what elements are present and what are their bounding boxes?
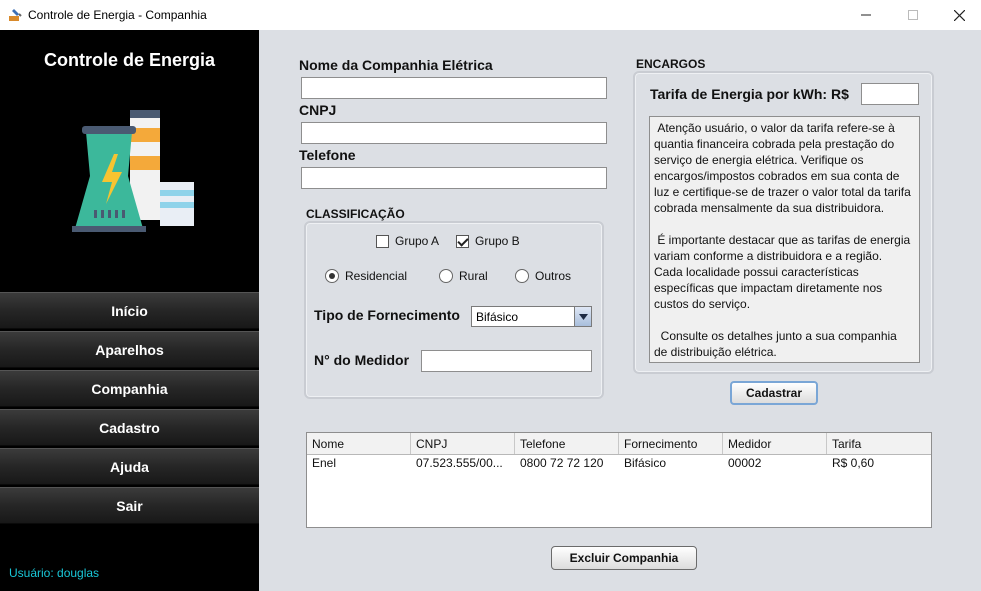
menu-sair-button[interactable]: Sair xyxy=(0,487,259,524)
table-cell: 0800 72 72 120 xyxy=(520,456,604,470)
column-header-fornecimento[interactable]: Fornecimento xyxy=(619,433,723,454)
cnpj-label: CNPJ xyxy=(299,102,337,118)
close-button[interactable] xyxy=(936,0,981,30)
supply-type-label: Tipo de Fornecimento xyxy=(314,307,460,323)
group-b-box xyxy=(456,234,469,248)
power-plant-logo xyxy=(72,110,194,232)
table-cell: Enel xyxy=(312,456,337,470)
table-header: Nome CNPJ Telefone Fornecimento Medidor … xyxy=(307,433,931,455)
column-header-telefone[interactable]: Telefone xyxy=(515,433,619,454)
menu-aparelhos-button[interactable]: Aparelhos xyxy=(0,331,259,368)
group-b-label: Grupo B xyxy=(475,234,520,248)
maximize-icon xyxy=(908,10,918,20)
company-name-label: Nome da Companhia Elétrica xyxy=(299,57,493,73)
group-a-checkbox[interactable]: Grupo A xyxy=(376,234,439,248)
radio-outros-label: Outros xyxy=(535,269,572,283)
charges-group: Tarifa de Energia por kWh: R$ Atenção us… xyxy=(633,71,934,374)
group-a-label: Grupo A xyxy=(395,234,440,248)
table-row[interactable]: Enel 07.523.555/00... 0800 72 72 120 Bif… xyxy=(307,455,931,472)
table-cell: R$ 0,60 xyxy=(832,456,875,470)
app-window: Controle de Energia - Companhia Controle… xyxy=(0,0,981,591)
title-bar: Controle de Energia - Companhia xyxy=(0,0,981,30)
classification-group: Grupo A Grupo B Residencial Rural Outros… xyxy=(304,221,604,399)
radio-rural[interactable]: Rural xyxy=(439,269,488,283)
delete-company-button[interactable]: Excluir Companhia xyxy=(551,546,697,570)
dropdown-arrow-icon[interactable] xyxy=(574,307,591,326)
register-button[interactable]: Cadastrar xyxy=(730,381,818,405)
tariff-notice-text[interactable]: Atenção usuário, o valor da tarifa refer… xyxy=(649,116,920,363)
main-panel: Nome da Companhia Elétrica CNPJ Telefone… xyxy=(259,30,981,591)
sidebar: Controle de Energia Início Aparelhos Com… xyxy=(0,30,259,591)
menu-inicio-button[interactable]: Início xyxy=(0,292,259,329)
column-header-medidor[interactable]: Medidor xyxy=(723,433,827,454)
classification-title: CLASSIFICAÇÃO xyxy=(306,207,405,221)
group-a-box xyxy=(376,234,389,248)
cnpj-input[interactable] xyxy=(301,122,607,144)
tariff-input[interactable] xyxy=(861,83,919,105)
radio-outros-dot xyxy=(515,269,529,283)
radio-rural-label: Rural xyxy=(459,269,488,283)
table-cell: 00002 xyxy=(728,456,762,470)
radio-residencial-dot xyxy=(325,269,339,283)
maximize-button[interactable] xyxy=(890,0,936,30)
minimize-icon xyxy=(861,14,871,16)
companies-table: Nome CNPJ Telefone Fornecimento Medidor … xyxy=(306,432,932,528)
column-header-nome[interactable]: Nome xyxy=(307,433,411,454)
group-b-checkbox[interactable]: Grupo B xyxy=(456,234,520,248)
charges-title: ENCARGOS xyxy=(636,57,706,71)
user-label: Usuário: douglas xyxy=(9,566,100,580)
column-header-cnpj[interactable]: CNPJ xyxy=(411,433,515,454)
window-title: Controle de Energia - Companhia xyxy=(28,8,207,22)
company-name-input[interactable] xyxy=(301,77,607,99)
meter-number-label: N° do Medidor xyxy=(314,352,410,368)
menu-cadastro-button[interactable]: Cadastro xyxy=(0,409,259,446)
radio-rural-dot xyxy=(439,269,453,283)
menu-companhia-button[interactable]: Companhia xyxy=(0,370,259,407)
phone-input[interactable] xyxy=(301,167,607,189)
menu-ajuda-button[interactable]: Ajuda xyxy=(0,448,259,485)
meter-number-input[interactable] xyxy=(421,350,592,372)
close-icon xyxy=(953,9,965,21)
table-cell: Bifásico xyxy=(624,456,667,470)
radio-outros[interactable]: Outros xyxy=(515,269,571,283)
tariff-label: Tarifa de Energia por kWh: R$ xyxy=(650,86,849,102)
column-header-tarifa[interactable]: Tarifa xyxy=(827,433,931,454)
minimize-button[interactable] xyxy=(843,0,889,30)
radio-residencial-label: Residencial xyxy=(345,269,408,283)
app-icon xyxy=(9,9,22,21)
radio-residencial[interactable]: Residencial xyxy=(325,269,407,283)
phone-label: Telefone xyxy=(299,147,356,163)
sidebar-title: Controle de Energia xyxy=(43,50,216,70)
supply-type-value: Bifásico xyxy=(476,309,519,324)
sidebar-menu: Início Aparelhos Companhia Cadastro Ajud… xyxy=(0,292,259,526)
supply-type-select[interactable]: Bifásico xyxy=(471,306,592,327)
table-cell: 07.523.555/00... xyxy=(416,456,503,470)
